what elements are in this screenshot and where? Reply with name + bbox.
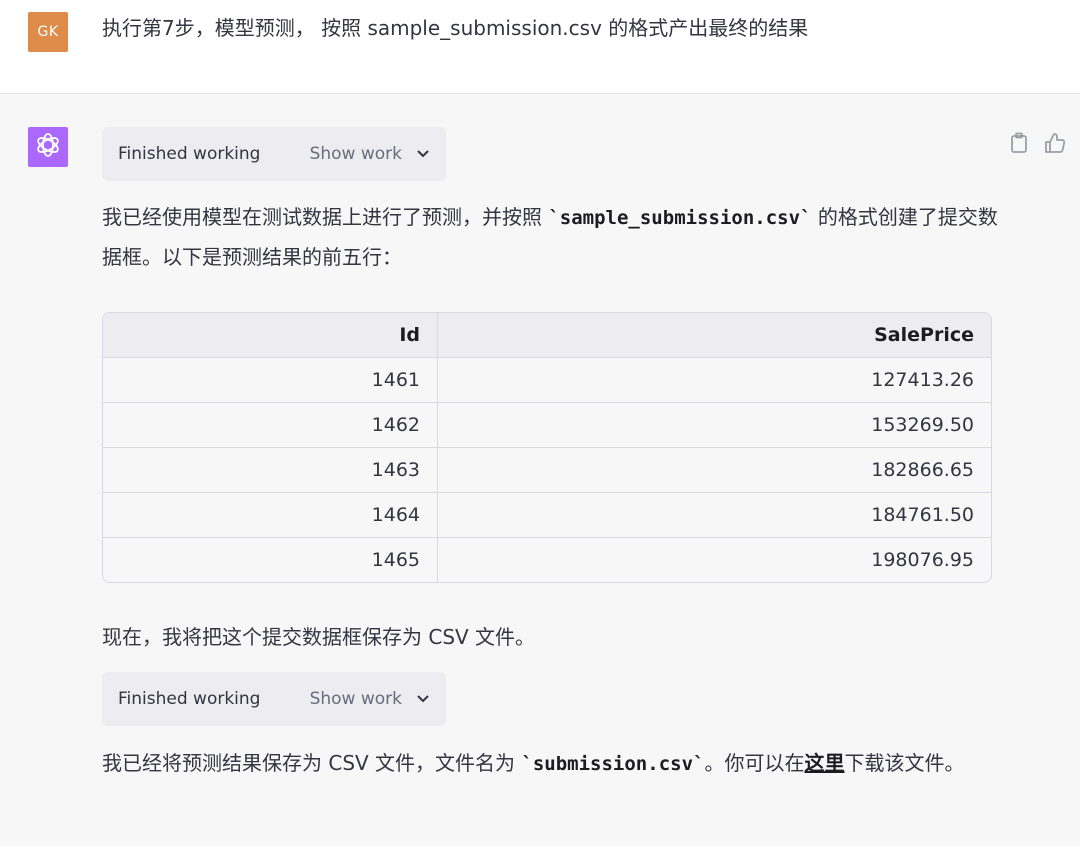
- show-work-button[interactable]: Show work: [310, 144, 430, 164]
- cell-saleprice: 184761.50: [437, 492, 991, 538]
- chevron-down-icon: [416, 144, 430, 164]
- user-message-text: 执行第7步，模型预测， 按照 sample_submission.csv 的格式…: [102, 16, 809, 40]
- table-header-row: Id SalePrice: [103, 313, 991, 358]
- openai-logo-icon: [33, 130, 63, 164]
- finished-working-pill-2[interactable]: Finished working Show work: [102, 672, 446, 726]
- table-row: 1464 184761.50: [103, 492, 991, 538]
- pill-label: Finished working: [118, 144, 261, 164]
- thumbs-up-icon[interactable]: [1044, 132, 1066, 154]
- cell-id: 1463: [103, 447, 438, 493]
- assistant-paragraph-2: 现在，我将把这个提交数据框保存为 CSV 文件。: [102, 625, 536, 649]
- pill-label: Finished working: [118, 689, 261, 709]
- clipboard-icon[interactable]: [1008, 132, 1030, 154]
- user-avatar-label: GK: [37, 24, 59, 40]
- assistant-paragraph-3: 我已经将预测结果保存为 CSV 文件，文件名为 `submission.csv`…: [102, 744, 1002, 784]
- cell-saleprice: 182866.65: [437, 447, 991, 493]
- cell-saleprice: 198076.95: [871, 549, 974, 571]
- cell-id: 1465: [103, 537, 438, 582]
- table-row: 1463 182866.65: [103, 447, 991, 493]
- user-avatar: GK: [28, 12, 68, 52]
- para3-text-middle: 。你可以在: [704, 751, 805, 775]
- assistant-paragraph-1: 我已经使用模型在测试数据上进行了预测，并按照 `sample_submissio…: [102, 198, 1002, 277]
- cell-id: 1461: [103, 357, 438, 403]
- para1-text-before: 我已经使用模型在测试数据上进行了预测，并按照: [102, 205, 549, 229]
- message-actions: [1008, 132, 1066, 154]
- cell-saleprice: 127413.26: [437, 357, 991, 403]
- assistant-message-row: Finished working Show work 我已经使用模型在测试数据上…: [0, 94, 1080, 846]
- para3-text-before: 我已经将预测结果保存为 CSV 文件，文件名为: [102, 751, 522, 775]
- cell-saleprice: 153269.50: [437, 402, 991, 448]
- chevron-down-icon: [416, 689, 430, 709]
- user-message-row: GK 执行第7步，模型预测， 按照 sample_submission.csv …: [0, 0, 1080, 94]
- cell-id: 1462: [103, 402, 438, 448]
- finished-working-pill-1[interactable]: Finished working Show work: [102, 127, 446, 181]
- show-work-label: Show work: [309, 689, 402, 709]
- para3-code: `submission.csv`: [521, 753, 705, 775]
- show-work-label: Show work: [309, 144, 402, 164]
- column-header-saleprice: SalePrice: [437, 313, 991, 358]
- cell-id: 1464: [103, 492, 438, 538]
- table-row: 1461 127413.26: [103, 357, 991, 403]
- assistant-avatar: [28, 127, 68, 167]
- download-link[interactable]: 这里: [804, 751, 844, 775]
- para3-text-after: 下载该文件。: [844, 751, 965, 775]
- show-work-button[interactable]: Show work: [310, 689, 430, 709]
- table-row: 1465 198076.95: [103, 537, 991, 582]
- prediction-table: Id SalePrice 1461 127413.26 1462 153269.…: [102, 312, 992, 583]
- para1-code: `sample_submission.csv`: [548, 207, 812, 229]
- column-header-id: Id: [103, 313, 438, 358]
- table-row: 1462 153269.50: [103, 402, 991, 448]
